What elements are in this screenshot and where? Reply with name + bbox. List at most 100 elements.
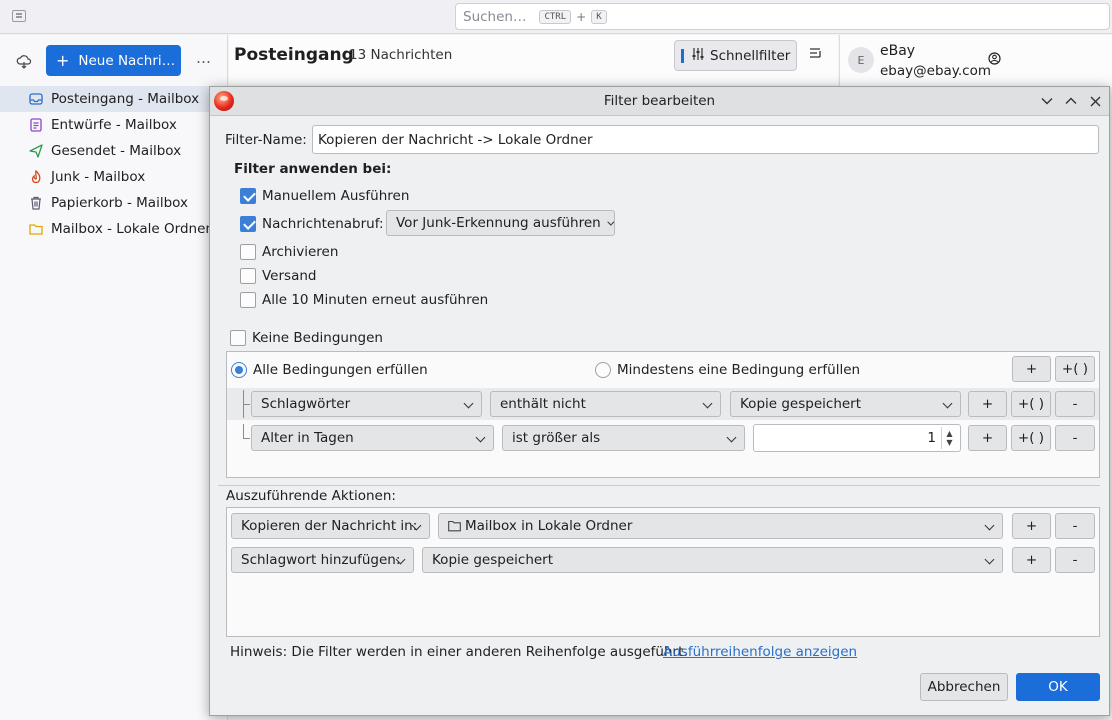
fetch-timing-value: Vor Junk-Erkennung ausführen	[396, 215, 601, 231]
add-group-button[interactable]: +( )	[1011, 391, 1051, 417]
app-logo-icon	[214, 91, 234, 111]
dialog-title: Filter bearbeiten	[603, 93, 716, 109]
sent-icon	[28, 143, 44, 159]
match-all-label: Alle Bedingungen erfüllen	[253, 362, 428, 378]
remove-condition-button[interactable]: -	[1055, 391, 1095, 417]
action-target-value: Kopie gespeichert	[432, 552, 554, 568]
shortcut-key: K	[591, 9, 607, 24]
new-message-button[interactable]: + Neue Nachri…	[46, 45, 181, 76]
trash-icon	[28, 195, 44, 211]
remove-condition-button[interactable]: -	[1055, 425, 1095, 451]
condition-field-dropdown[interactable]: Alter in Tagen	[251, 425, 494, 451]
add-group-button[interactable]: +( )	[1055, 356, 1095, 382]
filter-edit-dialog: Filter bearbeiten Filter-Name: Kopieren …	[209, 86, 1110, 716]
chevron-down-icon	[475, 432, 486, 443]
archive-checkbox[interactable]	[240, 244, 256, 260]
action-target-dropdown[interactable]: Kopie gespeichert	[422, 547, 1003, 573]
folder-item-inbox[interactable]: Posteingang - Mailbox	[0, 86, 228, 112]
fetch-checkbox[interactable]	[240, 216, 256, 232]
folder-label: Papierkorb - Mailbox	[51, 195, 188, 211]
fetch-timing-dropdown[interactable]: Vor Junk-Erkennung ausführen	[386, 210, 615, 236]
add-condition-button[interactable]: +	[968, 425, 1007, 451]
folder-label: Posteingang - Mailbox	[51, 91, 200, 107]
periodic-label: Alle 10 Minuten erneut ausführen	[262, 292, 489, 308]
send-checkbox[interactable]	[240, 268, 256, 284]
action-type-value: Schlagwort hinzufügen:	[241, 552, 401, 568]
dialog-titlebar: Filter bearbeiten	[210, 87, 1109, 116]
condition-operator-value: enthält nicht	[500, 396, 586, 412]
add-condition-button[interactable]: +	[968, 391, 1007, 417]
shortcut-plus: +	[576, 9, 587, 24]
add-condition-button[interactable]: +	[1012, 356, 1051, 382]
filter-name-value: Kopieren der Nachricht -> Lokale Ordner	[318, 131, 593, 148]
new-message-label: Neue Nachri…	[78, 52, 176, 69]
remove-action-button[interactable]: -	[1055, 513, 1095, 539]
inbox-icon	[28, 91, 44, 107]
folder-item-drafts[interactable]: Entwürfe - Mailbox	[0, 112, 228, 138]
spin-up-icon[interactable]: ▲	[946, 429, 952, 438]
condition-operator-dropdown[interactable]: enthält nicht	[490, 391, 721, 417]
spin-down-icon[interactable]: ▼	[946, 438, 952, 447]
folder-item-junk[interactable]: Junk - Mailbox	[0, 164, 228, 190]
toggle-indicator	[681, 48, 684, 63]
condition-operator-dropdown[interactable]: ist größer als	[502, 425, 745, 451]
add-action-button[interactable]: +	[1012, 547, 1051, 573]
avatar: E	[848, 47, 874, 73]
tree-line	[243, 424, 244, 438]
folder-label: Junk - Mailbox	[51, 169, 146, 185]
chevron-down-icon	[984, 520, 995, 531]
apply-heading: Filter anwenden bei:	[234, 161, 392, 177]
condition-field-value: Alter in Tagen	[261, 430, 354, 446]
ok-button[interactable]: OK	[1016, 673, 1100, 701]
tree-line	[243, 404, 250, 405]
match-any-radio[interactable]	[595, 362, 611, 378]
action-type-value: Kopieren der Nachricht in:	[241, 518, 418, 534]
global-search-input[interactable]: Suchen… CTRL + K	[455, 3, 1110, 30]
folder-item-sent[interactable]: Gesendet - Mailbox	[0, 138, 228, 164]
folder-pane-menu-button[interactable]: …	[196, 49, 212, 67]
show-order-link[interactable]: Ausführreihenfolge anzeigen	[663, 644, 857, 660]
minimize-icon[interactable]	[1038, 92, 1056, 110]
no-conditions-checkbox[interactable]	[230, 330, 246, 346]
folder-item-local[interactable]: Mailbox - Lokale Ordner	[0, 216, 228, 242]
folder-icon	[28, 221, 44, 237]
maximize-icon[interactable]	[1062, 92, 1080, 110]
action-type-dropdown[interactable]: Schlagwort hinzufügen:	[231, 547, 414, 573]
spaces-toolbar-icon[interactable]	[12, 10, 26, 22]
periodic-checkbox[interactable]	[240, 292, 256, 308]
tree-line	[243, 438, 250, 439]
manual-run-checkbox[interactable]	[240, 188, 256, 204]
number-spinner[interactable]: ▲ ▼	[941, 427, 957, 449]
action-target-value: Mailbox in Lokale Ordner	[465, 518, 633, 534]
list-options-icon[interactable]	[809, 47, 823, 65]
condition-value-dropdown[interactable]: Kopie gespeichert	[730, 391, 961, 417]
action-target-dropdown[interactable]: Mailbox in Lokale Ordner	[438, 513, 1003, 539]
remove-action-button[interactable]: -	[1055, 547, 1095, 573]
add-contact-icon[interactable]	[988, 52, 1001, 69]
condition-field-dropdown[interactable]: Schlagwörter	[251, 391, 482, 417]
match-all-radio[interactable]	[231, 362, 247, 378]
quick-filter-button[interactable]: Schnellfilter	[674, 40, 797, 71]
close-icon[interactable]	[1086, 92, 1104, 110]
shortcut-key: CTRL	[539, 9, 572, 24]
add-action-button[interactable]: +	[1012, 513, 1051, 539]
filter-name-label: Filter-Name:	[225, 132, 307, 148]
condition-number-input[interactable]: 1	[753, 424, 961, 452]
filter-sliders-icon	[692, 48, 704, 63]
folder-item-trash[interactable]: Papierkorb - Mailbox	[0, 190, 228, 216]
sender-name: eBay	[880, 43, 916, 59]
action-type-dropdown[interactable]: Kopieren der Nachricht in:	[231, 513, 430, 539]
chevron-down-icon	[726, 432, 737, 443]
junk-icon	[28, 169, 44, 185]
folder-label: Mailbox - Lokale Ordner	[51, 221, 211, 237]
chevron-down-icon	[942, 398, 953, 409]
message-count: 13 Nachrichten	[349, 47, 453, 63]
get-messages-icon[interactable]	[16, 53, 32, 73]
fetch-label: Nachrichtenabruf:	[262, 216, 384, 232]
filter-name-input[interactable]: Kopieren der Nachricht -> Lokale Ordner	[312, 125, 1099, 154]
folder-list: Posteingang - Mailbox Entwürfe - Mailbox…	[0, 86, 228, 242]
no-conditions-label: Keine Bedingungen	[252, 330, 383, 346]
add-group-button[interactable]: +( )	[1011, 425, 1051, 451]
cancel-button[interactable]: Abbrechen	[920, 673, 1008, 701]
sender-email[interactable]: ebay@ebay.com	[880, 63, 991, 79]
